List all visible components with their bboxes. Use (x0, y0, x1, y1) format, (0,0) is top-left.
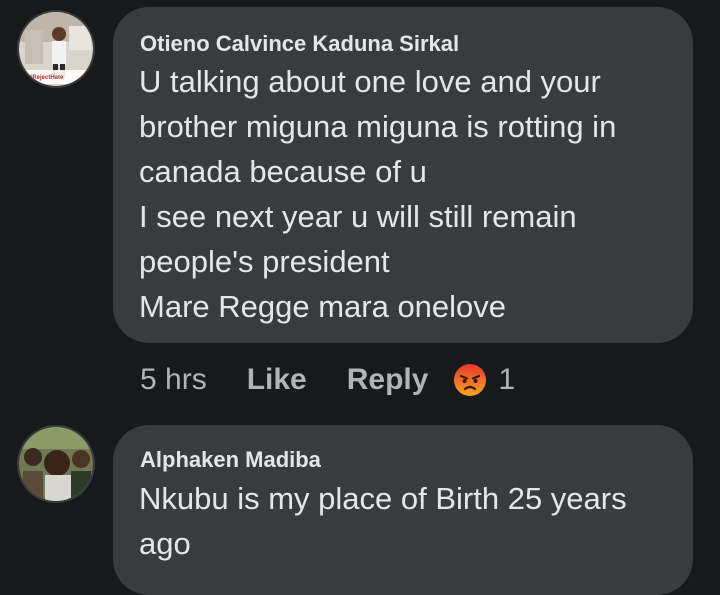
comment-line: U talking about one love and your (139, 64, 601, 99)
comment-timestamp[interactable]: 5 hrs (140, 363, 207, 397)
comment: #RejectHate Otieno Calvince Kaduna Sirka… (0, 0, 720, 410)
comment-line: ago (139, 526, 191, 561)
comment-line: brother miguna miguna is rotting in (139, 109, 617, 144)
comment-bubble: Alphaken Madiba Nkubu is my place of Bir… (113, 425, 693, 595)
angry-reaction-icon[interactable] (452, 362, 488, 398)
comment-text: Nkubu is my place of Birth 25 years ago (139, 476, 627, 566)
avatar-caption: #RejectHate (29, 75, 64, 81)
comment-line: people's president (139, 244, 390, 279)
avatar[interactable] (17, 425, 95, 503)
reaction-count[interactable]: 1 (498, 363, 515, 397)
comment-line: I see next year u will still remain (139, 199, 577, 234)
comment-bubble: Otieno Calvince Kaduna Sirkal U talking … (113, 7, 693, 343)
comment-actions: 5 hrs Like Reply 1 (140, 360, 515, 400)
comment-author[interactable]: Otieno Calvince Kaduna Sirkal (140, 31, 459, 57)
avatar-photo (19, 427, 93, 501)
like-button[interactable]: Like (247, 363, 307, 397)
reply-button[interactable]: Reply (347, 363, 429, 397)
comment-author[interactable]: Alphaken Madiba (140, 447, 321, 473)
comment-line: canada because of u (139, 154, 427, 189)
comment-line: Nkubu is my place of Birth 25 years (139, 481, 627, 516)
comment: Alphaken Madiba Nkubu is my place of Bir… (0, 410, 720, 595)
comment-text: U talking about one love and your brothe… (139, 59, 616, 329)
comment-line: Mare Regge mara onelove (139, 289, 507, 324)
avatar[interactable]: #RejectHate (17, 10, 95, 88)
